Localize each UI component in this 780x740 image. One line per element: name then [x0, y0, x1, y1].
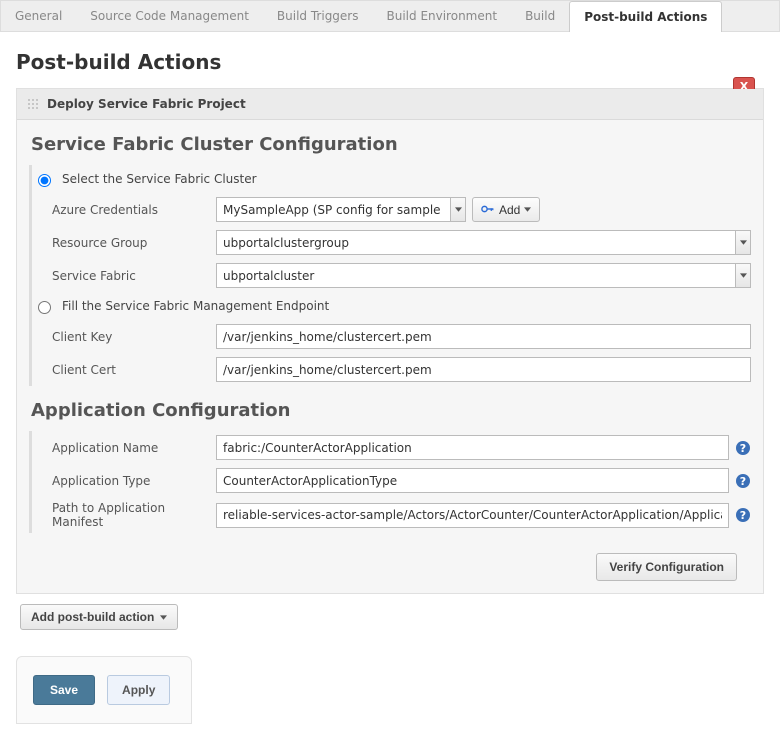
footer-actions: Save Apply	[16, 656, 192, 724]
service-fabric-select[interactable]	[216, 263, 751, 288]
cluster-config-block: Select the Service Fabric Cluster Azure …	[29, 165, 751, 386]
resource-group-select[interactable]	[216, 230, 751, 255]
chevron-down-icon	[160, 615, 167, 620]
key-icon	[481, 203, 495, 217]
client-key-label: Client Key	[52, 330, 210, 344]
resource-group-row: Resource Group	[32, 226, 751, 259]
tab-post-build[interactable]: Post-build Actions	[569, 1, 722, 32]
app-type-label: Application Type	[52, 474, 210, 488]
add-credentials-label: Add	[499, 203, 520, 217]
svg-text:?: ?	[740, 475, 746, 488]
cluster-config-heading: Service Fabric Cluster Configuration	[31, 134, 763, 155]
chevron-down-icon	[524, 207, 531, 212]
app-type-row: Application Type ?	[32, 464, 751, 497]
client-key-row: Client Key	[32, 320, 751, 353]
help-icon[interactable]: ?	[735, 473, 751, 489]
step-title: Deploy Service Fabric Project	[47, 97, 246, 111]
verify-row: Verify Configuration	[17, 545, 749, 593]
page-body: Post-build Actions X Deploy Service Fabr…	[0, 32, 780, 740]
app-name-row: Application Name ?	[32, 431, 751, 464]
svg-text:?: ?	[740, 509, 746, 522]
verify-config-button[interactable]: Verify Configuration	[596, 553, 737, 581]
manifest-path-label: Path to Application Manifest	[52, 501, 210, 529]
manifest-path-row: Path to Application Manifest ?	[32, 497, 751, 533]
radio-select-cluster-label: Select the Service Fabric Cluster	[62, 172, 257, 186]
azure-credentials-row: Azure Credentials Add	[32, 193, 751, 226]
client-cert-input[interactable]	[216, 357, 751, 382]
service-fabric-label: Service Fabric	[52, 269, 210, 283]
add-credentials-button[interactable]: Add	[472, 197, 540, 222]
add-step-row: Add post-build action	[20, 604, 764, 630]
app-name-label: Application Name	[52, 441, 210, 455]
radio-fill-endpoint[interactable]	[38, 301, 51, 314]
app-config-heading: Application Configuration	[31, 400, 763, 421]
app-type-input[interactable]	[216, 468, 729, 493]
help-icon[interactable]: ?	[735, 507, 751, 523]
save-button[interactable]: Save	[33, 675, 95, 705]
azure-credentials-label: Azure Credentials	[52, 203, 210, 217]
post-build-step: X Deploy Service Fabric Project Service …	[16, 88, 764, 594]
drag-handle-icon[interactable]	[27, 98, 39, 110]
config-tabs: General Source Code Management Build Tri…	[0, 0, 780, 32]
service-fabric-select-wrap	[216, 263, 751, 288]
radio-fill-endpoint-row: Fill the Service Fabric Management Endpo…	[32, 292, 751, 320]
azure-credentials-select[interactable]	[216, 197, 466, 222]
radio-fill-endpoint-label: Fill the Service Fabric Management Endpo…	[62, 299, 329, 313]
radio-select-cluster[interactable]	[38, 174, 51, 187]
app-name-input[interactable]	[216, 435, 729, 460]
tab-triggers[interactable]: Build Triggers	[263, 1, 373, 31]
tab-scm[interactable]: Source Code Management	[76, 1, 263, 31]
client-key-input[interactable]	[216, 324, 751, 349]
help-icon[interactable]: ?	[735, 440, 751, 456]
add-post-build-action-label: Add post-build action	[31, 610, 154, 624]
app-config-block: Application Name ? Application Type ? Pa…	[29, 431, 751, 533]
radio-select-cluster-row: Select the Service Fabric Cluster	[32, 165, 751, 193]
service-fabric-row: Service Fabric	[32, 259, 751, 292]
page-title: Post-build Actions	[16, 50, 764, 74]
azure-credentials-select-wrap	[216, 197, 466, 222]
resource-group-label: Resource Group	[52, 236, 210, 250]
resource-group-select-wrap	[216, 230, 751, 255]
add-post-build-action-button[interactable]: Add post-build action	[20, 604, 178, 630]
client-cert-row: Client Cert	[32, 353, 751, 386]
tab-general[interactable]: General	[1, 1, 76, 31]
step-header[interactable]: Deploy Service Fabric Project	[17, 89, 763, 120]
client-cert-label: Client Cert	[52, 363, 210, 377]
manifest-path-input[interactable]	[216, 503, 729, 528]
apply-button[interactable]: Apply	[107, 675, 170, 705]
tab-build[interactable]: Build	[511, 1, 569, 31]
svg-text:?: ?	[740, 442, 746, 455]
tab-environment[interactable]: Build Environment	[373, 1, 512, 31]
